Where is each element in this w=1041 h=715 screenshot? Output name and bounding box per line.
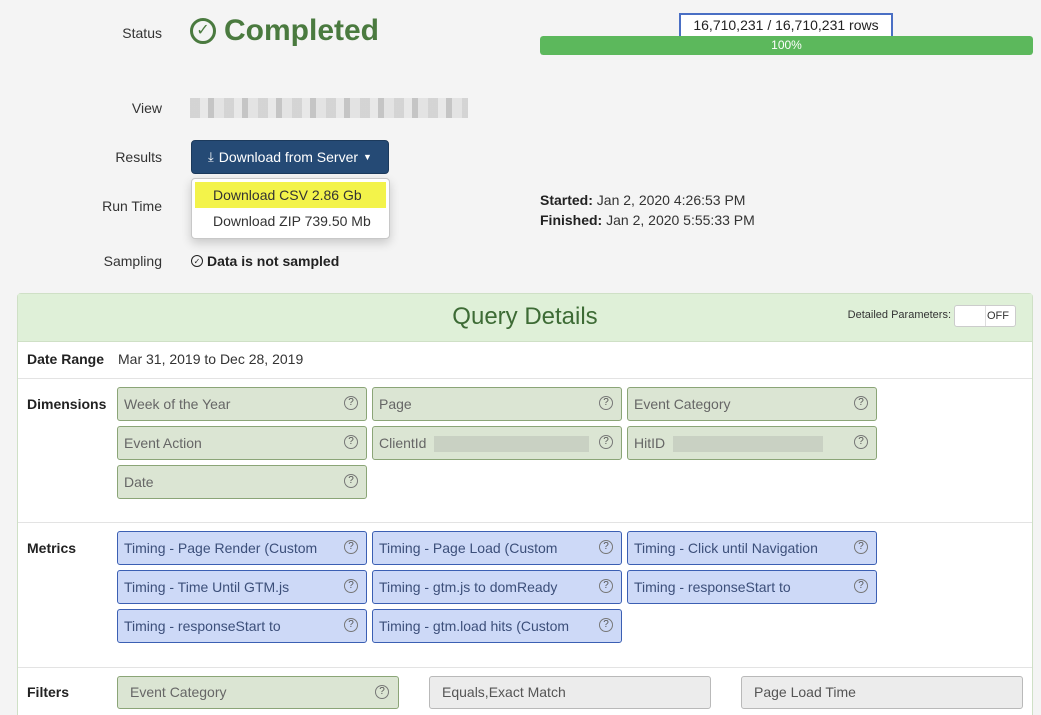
dimension-chip-label: Week of the Year [124,396,231,412]
metric-chip-label: Timing - Page Render (Custom [124,540,318,556]
dimension-chip[interactable]: Event Category ? [627,387,877,421]
date-range-section: Date Range Mar 31, 2019 to Dec 28, 2019 [18,342,1032,379]
metric-chip[interactable]: Timing - Click until Navigation ? [627,531,877,565]
help-icon[interactable]: ? [344,618,358,632]
metric-chip-label: Timing - Page Load (Custom [379,540,558,556]
help-icon[interactable]: ? [344,396,358,410]
dimension-chip[interactable]: Date ? [117,465,367,499]
started-label: Started: [540,192,593,208]
metric-chip[interactable]: Timing - Page Render (Custom ? [117,531,367,565]
help-icon[interactable]: ? [599,396,613,410]
metric-chip-label: Timing - gtm.load hits (Custom [379,618,570,634]
caret-down-icon: ▼ [363,152,372,162]
dimension-chip-label: Event Action [124,435,202,451]
check-circle-icon: ✓ [191,255,203,267]
dimension-chip-label: Date [124,474,154,490]
run-times: Started: Jan 2, 2020 4:26:53 PM Finished… [540,190,755,230]
date-range-value: Mar 31, 2019 to Dec 28, 2019 [118,351,304,367]
metric-chip[interactable]: Timing - responseStart to ? [627,570,877,604]
help-icon[interactable]: ? [854,540,868,554]
dimension-chip[interactable]: Event Action ? [117,426,367,460]
dimension-chip-label: Page [379,396,412,412]
started-value: Jan 2, 2020 4:26:53 PM [596,192,746,208]
help-icon[interactable]: ? [599,618,613,632]
dimensions-section: Dimensions Week of the Year ? Page ? Eve… [18,378,1032,522]
help-icon[interactable]: ? [344,435,358,449]
dimension-chip-label: HitID [634,435,666,451]
query-details-panel: Query Details Detailed Parameters: OFF D… [17,293,1033,715]
redacted-value [434,436,590,453]
redacted-value [673,436,824,453]
dimension-chip-label: Event Category [634,396,731,412]
help-icon[interactable]: ? [599,435,613,449]
download-menu: Download CSV 2.86 Gb Download ZIP 739.50… [191,178,390,239]
runtime-label: Run Time [102,198,162,214]
filter-value[interactable]: Page Load Time [741,676,1023,709]
filter-dimension-label: Event Category [130,684,227,700]
metrics-label: Metrics [27,540,77,556]
sampling-value: ✓ Data is not sampled [191,253,339,269]
filters-section: Filters Event Category ? Equals,Exact Ma… [18,667,1032,715]
help-icon[interactable]: ? [344,579,358,593]
metric-chip[interactable]: Timing - Page Load (Custom ? [372,531,622,565]
detailed-parameters-toggle[interactable]: OFF [954,305,1016,327]
help-icon[interactable]: ? [375,685,389,699]
download-from-server-button[interactable]: ⤓ Download from Server ▼ [191,140,389,174]
help-icon[interactable]: ? [854,435,868,449]
help-icon[interactable]: ? [344,540,358,554]
filters-label: Filters [27,684,70,700]
download-icon: ⤓ [208,149,214,164]
help-icon[interactable]: ? [854,396,868,410]
dimension-chip[interactable]: Page ? [372,387,622,421]
progress-fill: 100% [540,36,1033,55]
panel-header: Query Details Detailed Parameters: OFF [18,294,1032,342]
detailed-parameters-label: Detailed Parameters: [847,309,951,321]
rows-count: 16,710,231 / 16,710,231 rows [679,13,893,38]
metric-chip-label: Timing - responseStart to [634,579,791,595]
filter-dimension[interactable]: Event Category ? [117,676,399,709]
dimension-chip-label: ClientId [379,435,427,451]
view-label: View [131,100,162,116]
help-icon[interactable]: ? [854,579,868,593]
results-label: Results [115,149,162,165]
help-icon[interactable]: ? [599,540,613,554]
metrics-section: Metrics Timing - Page Render (Custom ? T… [18,522,1032,667]
status-text: Completed [224,14,380,47]
metric-chip-label: Timing - Click until Navigation [634,540,818,556]
metric-chip-label: Timing - gtm.js to domReady [379,579,558,595]
started-row: Started: Jan 2, 2020 4:26:53 PM [540,190,755,210]
download-csv-item[interactable]: Download CSV 2.86 Gb [195,182,386,208]
check-circle-icon: ✓ [190,18,216,44]
dimension-chip[interactable]: ClientId ? [372,426,622,460]
dimension-chip[interactable]: Week of the Year ? [117,387,367,421]
download-zip-item[interactable]: Download ZIP 739.50 Mb [192,208,389,234]
dimensions-label: Dimensions [27,396,107,412]
metric-chip-label: Timing - responseStart to [124,618,281,634]
help-icon[interactable]: ? [344,474,358,488]
download-button-label: Download from Server [218,149,359,165]
metric-chip[interactable]: Timing - gtm.js to domReady ? [372,570,622,604]
sampling-label: Sampling [103,253,162,269]
sampling-text: Data is not sampled [207,253,340,269]
finished-row: Finished: Jan 2, 2020 5:55:33 PM [540,210,755,230]
view-value-redacted [190,98,468,118]
date-range-label: Date Range [27,351,105,367]
progress-bar: 100% [540,36,1033,55]
metric-chip[interactable]: Timing - gtm.load hits (Custom ? [372,609,622,643]
finished-value: Jan 2, 2020 5:55:33 PM [606,212,755,228]
finished-label: Finished: [540,212,603,228]
status-label: Status [122,25,162,41]
metric-chip-label: Timing - Time Until GTM.js [124,579,290,595]
help-icon[interactable]: ? [599,579,613,593]
metric-chip[interactable]: Timing - Time Until GTM.js ? [117,570,367,604]
metric-chip[interactable]: Timing - responseStart to ? [117,609,367,643]
status-value: ✓ Completed [190,14,379,48]
dimension-chip[interactable]: HitID ? [627,426,877,460]
filter-operator[interactable]: Equals,Exact Match [429,676,711,709]
